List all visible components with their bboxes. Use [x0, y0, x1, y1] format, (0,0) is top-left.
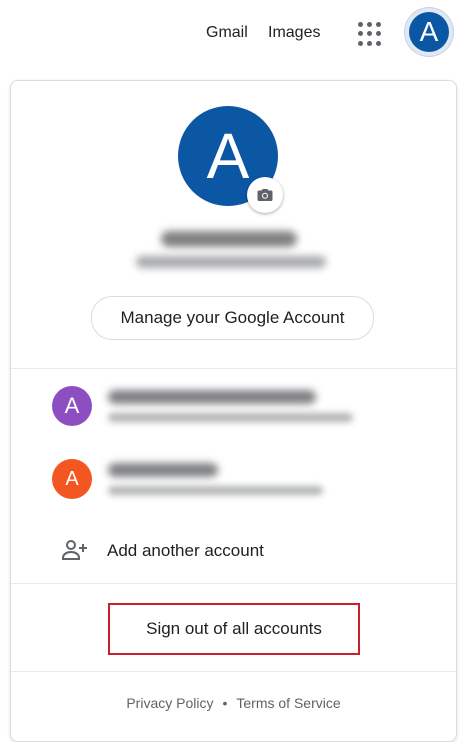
account-list-item[interactable]: A [11, 451, 456, 507]
images-link[interactable]: Images [268, 24, 320, 42]
terms-of-service-link[interactable]: Terms of Service [236, 695, 340, 711]
footer: Privacy Policy • Terms of Service [11, 695, 456, 711]
camera-icon [257, 189, 273, 201]
account-email-redacted [136, 256, 326, 268]
privacy-policy-link[interactable]: Privacy Policy [126, 695, 213, 711]
avatar: A [409, 12, 449, 52]
manage-account-button[interactable]: Manage your Google Account [91, 296, 374, 340]
account-name-redacted [108, 463, 218, 477]
avatar: A [52, 386, 92, 426]
account-name-redacted [108, 390, 316, 404]
add-account-button[interactable]: Add another account [11, 529, 456, 573]
account-email-redacted [108, 413, 353, 422]
change-photo-button[interactable] [247, 177, 283, 213]
sign-out-all-button[interactable]: Sign out of all accounts [108, 603, 360, 655]
account-avatar-button[interactable]: A [405, 8, 453, 56]
divider [11, 583, 456, 584]
apps-grid-icon[interactable] [358, 22, 382, 46]
add-account-label: Add another account [107, 541, 264, 560]
avatar: A [52, 459, 92, 499]
account-name-redacted [161, 231, 297, 247]
account-list-item[interactable]: A [11, 378, 456, 434]
divider [11, 671, 456, 672]
account-popup: A Manage your Google Account A A Add ano… [10, 80, 457, 742]
top-bar: Gmail Images A [0, 0, 467, 66]
divider [11, 368, 456, 369]
account-email-redacted [108, 486, 323, 495]
footer-separator: • [222, 695, 228, 711]
gmail-link[interactable]: Gmail [206, 24, 248, 42]
person-add-icon [62, 540, 87, 560]
